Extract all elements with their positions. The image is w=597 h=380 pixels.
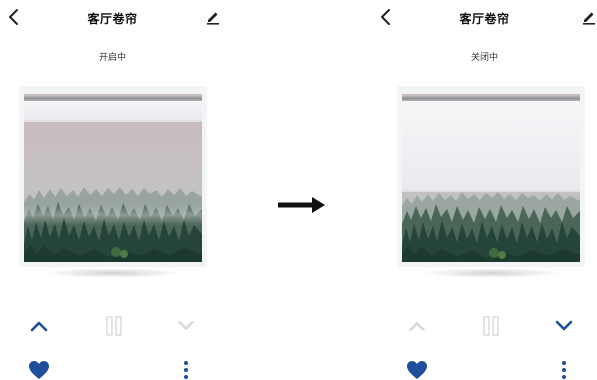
close-button[interactable] [174, 314, 198, 338]
chevron-down-icon [555, 320, 573, 331]
chevron-up-icon [30, 321, 48, 332]
curtain-rail [402, 95, 580, 101]
more-vertical-icon [562, 361, 566, 379]
window-view [24, 94, 202, 262]
page-title: 客厅卷帘 [87, 12, 138, 26]
more-vertical-icon [184, 361, 188, 379]
heart-icon [29, 361, 49, 379]
page-title: 客厅卷帘 [459, 12, 510, 26]
open-button[interactable] [27, 314, 51, 338]
pause-icon [106, 316, 122, 336]
pause-icon [483, 316, 499, 336]
bottom-bar [372, 358, 597, 380]
transition-arrow-icon [278, 197, 325, 213]
heart-icon [407, 361, 427, 379]
roller-blind [24, 100, 202, 122]
favorite-button[interactable] [405, 358, 429, 380]
chevron-up-icon [409, 322, 425, 331]
open-button[interactable] [405, 314, 429, 338]
curtain-illustration [397, 86, 585, 278]
close-button[interactable] [552, 314, 576, 338]
curtain-status: 关闭中 [470, 53, 498, 63]
curtain-controls [372, 314, 597, 340]
header: 客厅卷帘 [372, 0, 597, 34]
edit-pencil-icon[interactable] [581, 9, 597, 25]
edit-pencil-icon[interactable] [205, 9, 221, 25]
curtain-controls [0, 314, 225, 340]
curtain-panel-closing: 客厅卷帘 关闭中 [372, 0, 597, 380]
pause-button[interactable] [102, 314, 126, 338]
more-button[interactable] [174, 358, 198, 380]
curtain-panel-opening: 客厅卷帘 开启中 [0, 0, 225, 380]
pause-button[interactable] [479, 314, 503, 338]
frame-shadow [43, 268, 183, 278]
more-button[interactable] [552, 358, 576, 380]
favorite-button[interactable] [27, 358, 51, 380]
curtain-status: 开启中 [98, 53, 126, 63]
window-view [402, 94, 580, 262]
frame-shadow [421, 268, 561, 278]
curtain-rail [24, 95, 202, 101]
chevron-down-icon [178, 321, 194, 330]
bottom-bar [0, 358, 225, 380]
roller-blind [402, 100, 580, 192]
curtain-illustration [19, 86, 207, 278]
header: 客厅卷帘 [0, 0, 225, 34]
